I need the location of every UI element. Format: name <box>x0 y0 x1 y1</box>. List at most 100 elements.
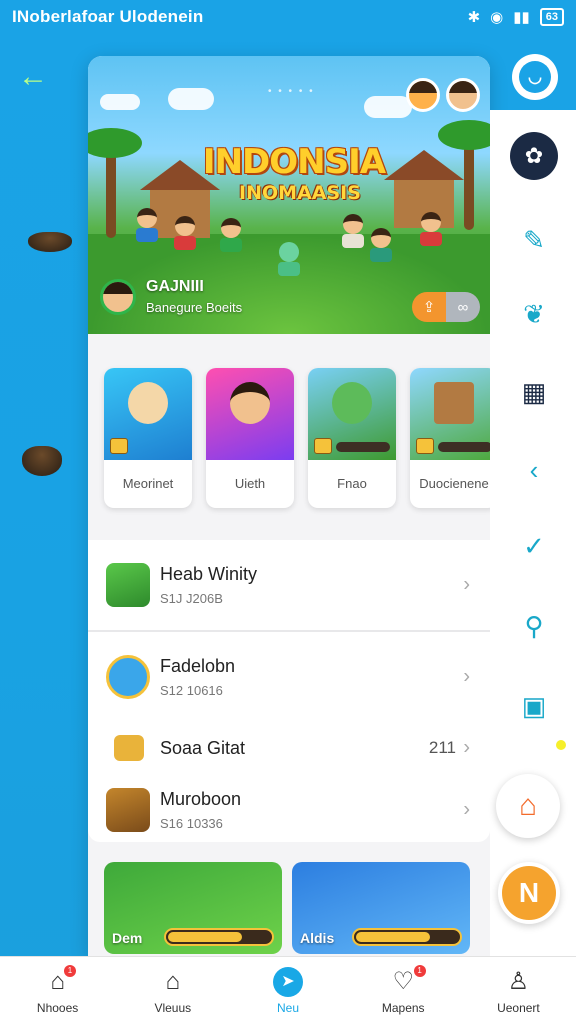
nav-badge: 1 <box>64 965 76 977</box>
list-item-meta: S1J J206B <box>160 591 223 606</box>
cloud-decoration <box>168 88 214 110</box>
list-section: Soaa Gitat 211 › Muroboon S16 10336 › <box>88 718 490 842</box>
tile-image <box>410 368 490 460</box>
avatar[interactable] <box>406 78 440 112</box>
avatar[interactable] <box>446 78 480 112</box>
back-arrow-icon[interactable]: ← <box>18 60 48 94</box>
status-title: INoberlafoar Ulodenein <box>12 7 204 26</box>
profile-name: GAJNIII <box>146 278 204 295</box>
promo-card-label: Dem <box>112 930 143 946</box>
chevron-right-icon: › <box>463 573 470 596</box>
tile-label: Fnao <box>337 476 367 491</box>
bottom-nav: ⌂ 1 Nhooes ⌂ Vleuus ➤ Neu ♡ 1 Mapens ♙ U… <box>0 956 576 1024</box>
chevron-left-icon[interactable]: ‹ <box>514 450 554 490</box>
game-tile[interactable]: Fnao <box>308 368 396 508</box>
notification-dot <box>556 740 566 750</box>
banner-dots: • • • • • <box>268 86 315 97</box>
list-item-title: Heab Winity <box>160 564 258 584</box>
home-outline-icon: ⌂ <box>165 967 181 995</box>
list-item[interactable]: Soaa Gitat 211 › <box>88 718 490 778</box>
game-icon <box>106 563 150 607</box>
cloud-decoration <box>364 96 412 118</box>
chevron-right-icon: › <box>463 798 470 821</box>
character-sprite <box>340 214 366 250</box>
home-icon: ⌂ <box>518 789 538 822</box>
progress-bar <box>164 928 274 946</box>
n-fab[interactable]: N <box>498 862 560 924</box>
battery-indicator: 63 <box>539 8 564 26</box>
house-icon: ⌂ <box>50 967 65 995</box>
game-banner[interactable]: • • • • • INDONSIA INOMAASIS GAJNIII Ban… <box>88 56 490 334</box>
nav-label: Vleuus <box>154 1000 192 1015</box>
home-fab[interactable]: ⌂ <box>496 774 560 838</box>
promo-card-label: Aldis <box>300 930 335 946</box>
character-sprite <box>172 216 198 252</box>
list-item[interactable]: Muroboon S16 10336 › <box>88 778 490 842</box>
nav-item-new[interactable]: ➤ Neu <box>230 957 345 1024</box>
media-icon[interactable]: ▣ <box>514 686 554 726</box>
game-subtitle: INOMAASIS <box>239 182 361 204</box>
cookie-icon[interactable]: ✿ <box>510 132 558 180</box>
search-icon[interactable]: ⚲ <box>514 606 554 646</box>
status-icons: ✱ ◉ ▮▮ 63 <box>468 8 564 26</box>
game-tiles: Meorinet Uieth Fnao Duocienene <box>104 368 490 508</box>
tile-label: Uieth <box>234 476 266 491</box>
bluetooth-icon: ✱ <box>467 9 481 26</box>
check-icon[interactable]: ✓ <box>514 526 554 566</box>
game-tile[interactable]: Meorinet <box>104 368 192 508</box>
game-title: INDONSIA <box>202 142 386 182</box>
chevron-right-icon: › <box>463 736 470 759</box>
heart-icon: ♡ <box>392 967 414 995</box>
tile-label: Meorinet <box>122 476 174 491</box>
pencil-icon[interactable]: ✎ <box>514 220 554 260</box>
character-sprite <box>418 212 444 248</box>
profile-fab[interactable]: ◡ <box>512 54 558 100</box>
list-item-meta: S12 10616 <box>160 683 223 698</box>
wifi-icon: ◉ <box>490 9 504 26</box>
banner-profile[interactable]: GAJNIII Banegure Boeits <box>100 278 242 315</box>
nav-label: Neu <box>277 1000 300 1015</box>
chevron-right-icon: › <box>463 665 470 688</box>
nav-label: Ueonert <box>497 1000 540 1015</box>
share-icon[interactable]: ⇪ <box>412 292 446 322</box>
leaf-icon[interactable]: ❦ <box>514 294 554 334</box>
send-icon: ➤ <box>273 966 303 997</box>
nav-label: Nhooes <box>36 1000 79 1015</box>
status-bar: INoberlafoar Ulodenein ✱ ◉ ▮▮ 63 <box>0 0 576 34</box>
list-item[interactable]: Heab Winity S1J J206B › <box>88 540 490 630</box>
nav-badge: 1 <box>413 965 426 977</box>
user-icon: ♙ <box>507 967 530 995</box>
nav-item-home[interactable]: ⌂ 1 Nhooes <box>0 957 115 1024</box>
toolbox-icon[interactable]: ▦ <box>514 372 554 412</box>
bottom-cards: Dem Aldis <box>104 862 470 954</box>
game-tile[interactable]: Duocienene <box>410 368 490 508</box>
floating-island-decoration <box>22 446 62 476</box>
tile-image <box>104 368 192 460</box>
character-sprite <box>276 242 302 278</box>
signal-icon: ▮▮ <box>513 9 530 26</box>
progress-bar <box>352 928 462 946</box>
link-icon[interactable]: ∞ <box>446 292 480 322</box>
main-card: • • • • • INDONSIA INOMAASIS GAJNIII Ban… <box>88 56 490 956</box>
tile-image <box>308 368 396 460</box>
banner-actions: ⇪ ∞ <box>412 292 480 322</box>
profile-subtitle: Banegure Boeits <box>146 300 243 315</box>
n-fab-label: N <box>518 877 540 908</box>
character-sprite <box>134 208 160 244</box>
palm-tree-decoration <box>438 120 490 230</box>
list-item-title: Muroboon <box>160 789 242 809</box>
banner-avatars <box>406 78 480 112</box>
nav-item-maps[interactable]: ♡ 1 Mapens <box>346 957 461 1024</box>
cloud-decoration <box>100 94 140 110</box>
tile-image <box>206 368 294 460</box>
game-icon <box>106 655 150 699</box>
game-tile[interactable]: Uieth <box>206 368 294 508</box>
palm-tree-decoration <box>88 128 142 238</box>
promo-card[interactable]: Dem <box>104 862 282 954</box>
nav-item-account[interactable]: ♙ Ueonert <box>461 957 576 1024</box>
list-item[interactable]: Fadelobn S12 10616 › <box>88 632 490 722</box>
promo-card[interactable]: Aldis <box>292 862 470 954</box>
character-sprite <box>368 228 394 264</box>
nav-item-views[interactable]: ⌂ Vleuus <box>115 957 230 1024</box>
list-item-meta: S16 10336 <box>160 816 223 831</box>
